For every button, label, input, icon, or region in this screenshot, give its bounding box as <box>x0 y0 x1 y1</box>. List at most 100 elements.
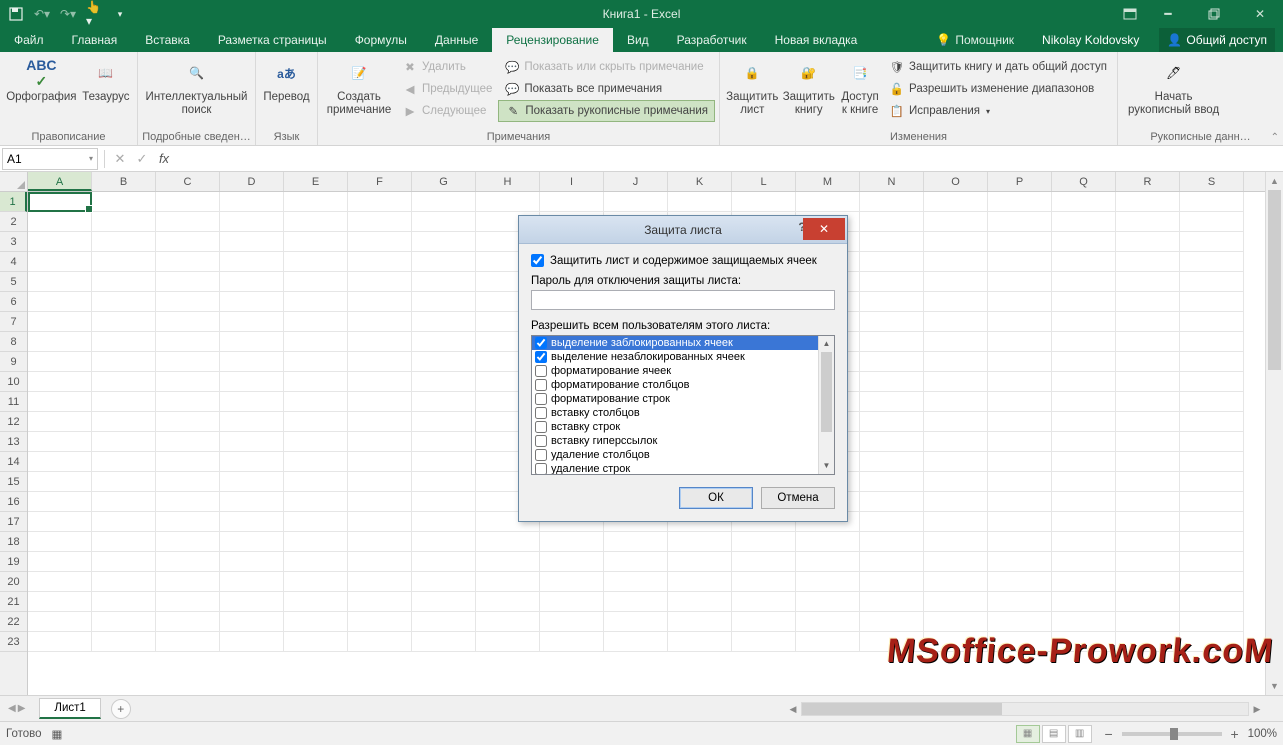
cell[interactable] <box>604 592 668 612</box>
cell[interactable] <box>28 512 92 532</box>
formula-input[interactable] <box>175 148 1283 170</box>
sheet-nav-next-icon[interactable]: ▶ <box>18 703 26 714</box>
cell[interactable] <box>220 272 284 292</box>
cell[interactable] <box>92 472 156 492</box>
cell[interactable] <box>348 472 412 492</box>
cell[interactable] <box>924 292 988 312</box>
row-header[interactable]: 6 <box>0 292 27 312</box>
cell[interactable] <box>28 572 92 592</box>
allow-ranges-button[interactable]: 🔓Разрешить изменение диапазонов <box>883 78 1113 100</box>
zoom-slider[interactable] <box>1122 732 1222 736</box>
cell[interactable] <box>92 352 156 372</box>
translate-button[interactable]: aあПеревод <box>260 54 313 128</box>
cell[interactable] <box>860 512 924 532</box>
cell[interactable] <box>412 352 476 372</box>
sheet-nav-prev-icon[interactable]: ◀ <box>8 703 16 714</box>
cell[interactable] <box>412 192 476 212</box>
cell[interactable] <box>412 432 476 452</box>
cell[interactable] <box>220 232 284 252</box>
cell[interactable] <box>348 452 412 472</box>
cell[interactable] <box>1180 312 1244 332</box>
cell[interactable] <box>1180 352 1244 372</box>
cell[interactable] <box>1116 532 1180 552</box>
tab-view[interactable]: Вид <box>613 28 663 52</box>
protect-workbook-button[interactable]: 🔐Защитить книгу <box>781 54 838 128</box>
cell[interactable] <box>796 572 860 592</box>
cell[interactable] <box>156 272 220 292</box>
cell[interactable] <box>988 212 1052 232</box>
row-header[interactable]: 4 <box>0 252 27 272</box>
cell[interactable] <box>412 612 476 632</box>
permissions-list[interactable]: выделение заблокированных ячееквыделение… <box>531 335 835 475</box>
cell[interactable] <box>348 392 412 412</box>
cell[interactable] <box>92 232 156 252</box>
cell[interactable] <box>1052 412 1116 432</box>
cell[interactable] <box>860 432 924 452</box>
row-header[interactable]: 16 <box>0 492 27 512</box>
cell[interactable] <box>988 612 1052 632</box>
cell[interactable] <box>412 492 476 512</box>
cell[interactable] <box>860 612 924 632</box>
cell[interactable] <box>412 412 476 432</box>
cell[interactable] <box>412 332 476 352</box>
cell[interactable] <box>476 192 540 212</box>
zoom-level[interactable]: 100% <box>1248 728 1277 740</box>
cell[interactable] <box>220 432 284 452</box>
cell[interactable] <box>156 592 220 612</box>
cell[interactable] <box>220 552 284 572</box>
tab-custom[interactable]: Новая вкладка <box>761 28 872 52</box>
cell[interactable] <box>1180 252 1244 272</box>
cell[interactable] <box>988 552 1052 572</box>
row-header[interactable]: 15 <box>0 472 27 492</box>
permission-item[interactable]: вставку строк <box>532 420 818 434</box>
cell[interactable] <box>28 492 92 512</box>
cell[interactable] <box>156 452 220 472</box>
cell[interactable] <box>924 312 988 332</box>
cell[interactable] <box>220 572 284 592</box>
share-button[interactable]: 👤Общий доступ <box>1159 28 1275 52</box>
cell[interactable] <box>92 332 156 352</box>
cell[interactable] <box>220 392 284 412</box>
start-inking-button[interactable]: 🖊Начать рукописный ввод <box>1122 54 1225 128</box>
cell[interactable] <box>28 632 92 652</box>
column-header[interactable]: F <box>348 172 412 191</box>
cell[interactable] <box>924 352 988 372</box>
column-header[interactable]: H <box>476 172 540 191</box>
cell[interactable] <box>988 432 1052 452</box>
cell[interactable] <box>860 412 924 432</box>
cell[interactable] <box>860 272 924 292</box>
cell[interactable] <box>28 452 92 472</box>
cell[interactable] <box>284 372 348 392</box>
cell[interactable] <box>1116 632 1180 652</box>
cell[interactable] <box>284 352 348 372</box>
cell[interactable] <box>988 332 1052 352</box>
column-header[interactable]: K <box>668 172 732 191</box>
column-header[interactable]: E <box>284 172 348 191</box>
tab-review[interactable]: Рецензирование <box>492 28 613 52</box>
cell[interactable] <box>540 552 604 572</box>
row-header[interactable]: 11 <box>0 392 27 412</box>
row-header[interactable]: 2 <box>0 212 27 232</box>
cell[interactable] <box>220 592 284 612</box>
cell[interactable] <box>156 492 220 512</box>
cell[interactable] <box>860 232 924 252</box>
cell[interactable] <box>1052 192 1116 212</box>
cell[interactable] <box>348 412 412 432</box>
tab-file[interactable]: Файл <box>0 28 58 52</box>
cell[interactable] <box>668 592 732 612</box>
cell[interactable] <box>92 512 156 532</box>
cell[interactable] <box>28 412 92 432</box>
cell[interactable] <box>1116 192 1180 212</box>
cell[interactable] <box>92 572 156 592</box>
cell[interactable] <box>284 232 348 252</box>
cell[interactable] <box>924 512 988 532</box>
cell[interactable] <box>92 412 156 432</box>
vertical-scrollbar[interactable]: ▲ ▼ <box>1265 172 1283 695</box>
cell[interactable] <box>924 232 988 252</box>
tab-data[interactable]: Данные <box>421 28 492 52</box>
cell[interactable] <box>28 372 92 392</box>
protect-contents-checkbox[interactable]: Защитить лист и содержимое защищаемых яч… <box>531 254 835 267</box>
cell[interactable] <box>988 412 1052 432</box>
cell[interactable] <box>92 252 156 272</box>
permission-item[interactable]: вставку столбцов <box>532 406 818 420</box>
